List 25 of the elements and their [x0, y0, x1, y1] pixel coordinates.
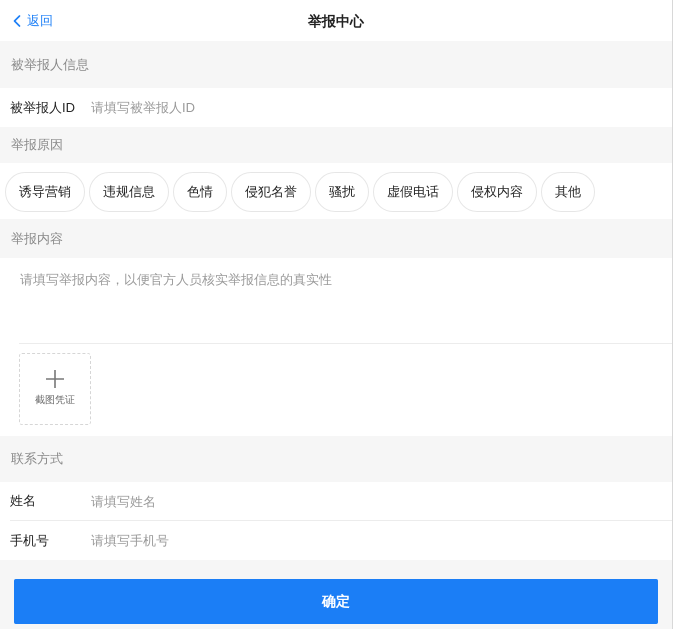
section-heading: 举报内容	[11, 230, 63, 248]
section-heading: 被举报人信息	[11, 56, 89, 74]
field-label: 手机号	[10, 532, 50, 550]
reason-chip[interactable]: 违规信息	[89, 172, 169, 212]
chevron-left-icon	[13, 14, 21, 26]
reason-chip[interactable]: 骚扰	[315, 172, 369, 212]
back-link[interactable]: 返回	[13, 10, 53, 30]
textarea-field[interactable]: 请填写举报内容，以便官方人员核实举报信息的真实性	[0, 258, 672, 343]
section-heading: 举报原因	[11, 136, 63, 154]
field-label: 姓名	[10, 492, 37, 510]
upload-button[interactable]: 截图凭证	[19, 353, 91, 425]
reason-chip[interactable]: 侵犯名誉	[231, 172, 311, 212]
section-heading: 联系方式	[11, 450, 63, 468]
field-label: 被举报人ID	[10, 98, 76, 117]
input-field[interactable]: 请填写被举报人ID	[91, 94, 662, 122]
page-title: 举报中心	[308, 12, 364, 30]
input-field[interactable]: 请填写手机号	[91, 526, 662, 554]
reason-chip[interactable]: 侵权内容	[457, 172, 537, 212]
input-field[interactable]: 请填写姓名	[91, 487, 662, 515]
reason-chip[interactable]: 色情	[173, 172, 227, 212]
plus-icon	[46, 370, 64, 388]
submit-button[interactable]: 确定	[14, 579, 658, 624]
reason-chip[interactable]: 其他	[541, 172, 595, 212]
reason-chip[interactable]: 诱导营销	[5, 172, 85, 212]
reason-chip[interactable]: 虚假电话	[373, 172, 453, 212]
